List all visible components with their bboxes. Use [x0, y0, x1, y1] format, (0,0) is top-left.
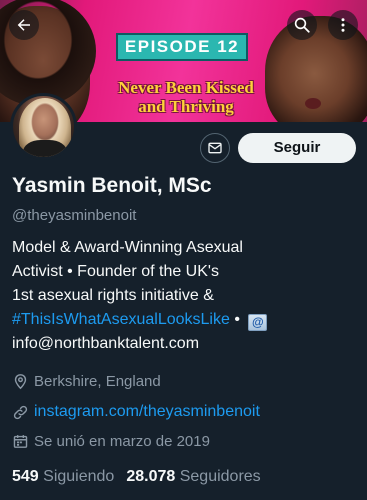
profile-bio: Model & Award-Winning Asexual Activist •… — [12, 236, 357, 356]
avatar[interactable] — [10, 93, 77, 160]
message-button[interactable] — [200, 133, 230, 163]
website-link[interactable]: instagram.com/theyasminbenoit — [34, 403, 260, 421]
banner-episode-label: EPISODE 12 — [116, 33, 248, 61]
bio-email: info@northbanktalent.com — [12, 335, 200, 352]
more-vertical-icon — [341, 18, 345, 32]
banner-tagline: Never Been Kissed and Thriving — [118, 78, 254, 116]
location-pin-icon — [14, 374, 27, 390]
following-label: Siguiendo — [43, 468, 115, 485]
following-link[interactable]: 549 Siguiendo — [12, 468, 114, 485]
followers-link[interactable]: 28.078 Seguidores — [126, 468, 260, 485]
user-handle: @theyasminbenoit — [12, 207, 137, 224]
search-button[interactable] — [287, 10, 317, 40]
display-name: Yasmin Benoit, MSc — [12, 174, 212, 197]
follow-stats: 549 Siguiendo 28.078 Seguidores — [12, 468, 261, 486]
bio-line: Model & Award-Winning Asexual — [12, 239, 243, 256]
profile-location: Berkshire, England — [12, 373, 161, 390]
calendar-icon — [13, 435, 28, 448]
bio-hashtag-link[interactable]: #ThisIsWhatAsexualLooksLike — [12, 311, 230, 328]
joined-text: Se unió en marzo de 2019 — [34, 433, 210, 450]
followers-label: Seguidores — [179, 468, 261, 485]
bio-line: 1st asexual rights initiative & — [12, 287, 214, 304]
search-icon — [294, 17, 310, 33]
following-count: 549 — [12, 468, 39, 485]
link-icon — [13, 405, 28, 419]
message-envelope-icon — [208, 142, 222, 154]
envelope-emoji-icon: @ — [248, 314, 268, 331]
back-arrow-icon — [17, 19, 30, 31]
profile-joined: Se unió en marzo de 2019 — [12, 433, 210, 450]
more-options-button[interactable] — [328, 10, 358, 40]
back-button[interactable] — [9, 10, 39, 40]
follow-button[interactable]: Seguir — [238, 133, 356, 163]
profile-website: instagram.com/theyasminbenoit — [12, 403, 260, 421]
followers-count: 28.078 — [126, 468, 176, 485]
bio-separator: • — [229, 311, 245, 328]
location-text: Berkshire, England — [34, 373, 161, 390]
bio-line: #ThisIsWhatAsexualLooksLike • @ — [12, 308, 357, 332]
bio-line: Activist • Founder of the UK's — [12, 263, 219, 280]
